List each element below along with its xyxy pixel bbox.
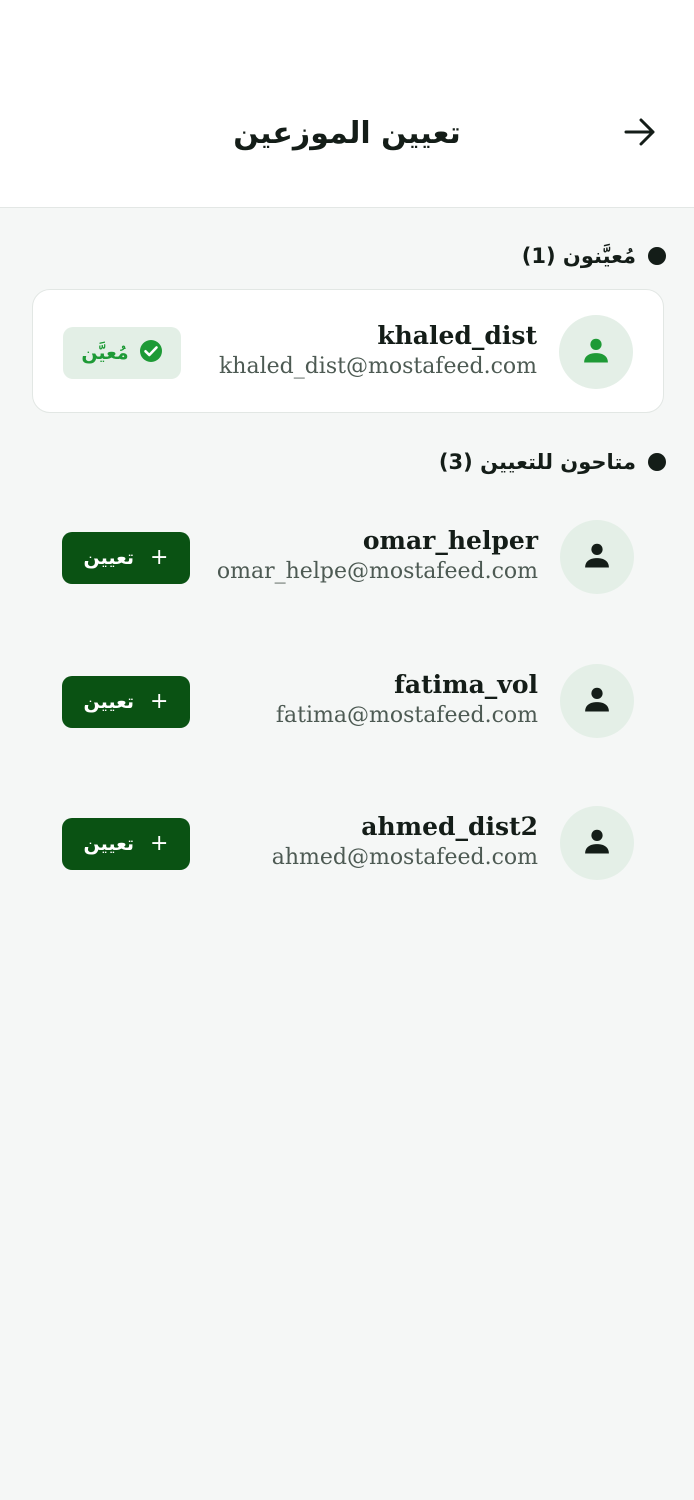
assign-button[interactable]: + تعيين	[62, 676, 190, 728]
user-email: ahmed@mostafeed.com	[271, 845, 538, 870]
plus-icon: +	[150, 831, 169, 856]
assigned-section-heading: مُعيَّنون (1)	[522, 238, 666, 274]
user-email: omar_helpe@mostafeed.com	[216, 559, 538, 584]
user-name: fatima_vol	[394, 670, 538, 699]
status-label: مُعيَّن	[81, 342, 129, 364]
app-root: تعيين الموزعين مُعيَّنون (1) khaled_dist	[0, 0, 694, 1500]
user-info: khaled_dist khaled_dist@mostafeed.com	[219, 320, 537, 382]
avatar	[560, 520, 634, 594]
available-section-heading: متاحون للتعيين (3)	[439, 444, 666, 480]
page-title: تعيين الموزعين	[233, 116, 461, 151]
person-icon	[582, 826, 612, 860]
user-info: fatima_vol fatima@mostafeed.com	[276, 669, 538, 731]
plus-icon: +	[150, 545, 169, 570]
assigned-status-badge: مُعيَّن	[63, 327, 181, 379]
user-name: ahmed_dist2	[361, 812, 538, 841]
user-info: omar_helper omar_helpe@mostafeed.com	[217, 525, 538, 587]
person-icon	[582, 684, 612, 718]
avatar	[560, 664, 634, 738]
plus-icon: +	[150, 689, 169, 714]
top-app-bar: تعيين الموزعين	[0, 0, 694, 208]
back-button[interactable]	[616, 110, 664, 158]
available-user-row: fatima_vol fatima@mostafeed.com + تعيين	[32, 639, 664, 763]
available-section-label: متاحون للتعيين (3)	[438, 450, 636, 474]
check-circle-icon	[139, 339, 163, 367]
assign-button[interactable]: + تعيين	[62, 532, 190, 584]
assign-button[interactable]: + تعيين	[62, 818, 190, 870]
bullet-dot	[648, 453, 666, 471]
avatar	[559, 315, 633, 389]
bullet-dot	[648, 247, 666, 265]
user-name: omar_helper	[362, 526, 538, 555]
available-user-row: ahmed_dist2 ahmed@mostafeed.com + تعيين	[32, 781, 664, 905]
person-icon	[582, 540, 612, 574]
assign-button-label: تعيين	[83, 691, 135, 713]
arrow-right-icon	[623, 117, 657, 151]
user-name: khaled_dist	[377, 321, 537, 350]
assign-button-label: تعيين	[83, 547, 135, 569]
assigned-user-card: khaled_dist khaled_dist@mostafeed.com مُ…	[32, 289, 664, 413]
avatar	[560, 806, 634, 880]
assigned-section-label: مُعيَّنون (1)	[521, 244, 636, 268]
available-user-row: omar_helper omar_helpe@mostafeed.com + ت…	[32, 495, 664, 619]
user-info: ahmed_dist2 ahmed@mostafeed.com	[272, 811, 538, 873]
person-icon	[581, 335, 611, 369]
user-email: khaled_dist@mostafeed.com	[218, 354, 537, 379]
user-email: fatima@mostafeed.com	[275, 703, 538, 728]
assign-button-label: تعيين	[83, 833, 135, 855]
